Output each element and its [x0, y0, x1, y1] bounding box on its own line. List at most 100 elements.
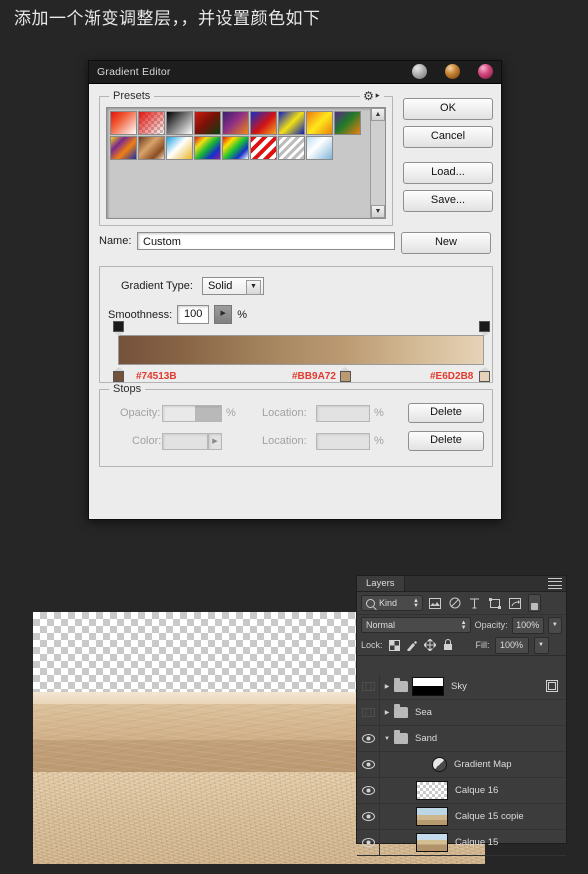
smoothness-input[interactable]: 100 [177, 305, 210, 324]
preset-swatch-red-to-white[interactable] [110, 111, 137, 135]
preset-swatch-red-stripes[interactable] [250, 136, 277, 160]
chevron-down-icon[interactable]: ▼ [245, 280, 261, 295]
chevron-right-icon[interactable]: ▶ [380, 709, 394, 716]
opacity-stop-left[interactable] [113, 321, 124, 336]
layer-row-sky[interactable]: ▶ Sky [357, 674, 566, 700]
minimize-sphere-icon[interactable] [412, 64, 427, 79]
layer-row-sand[interactable]: ▼ Sand [357, 726, 566, 752]
color-swatch-input[interactable] [162, 432, 208, 450]
gradient-type-select[interactable]: Solid ▼ [201, 277, 264, 295]
preset-swatch-blue-yellow-blue[interactable] [278, 111, 305, 135]
layer-visibility-toggle[interactable] [357, 804, 380, 829]
panel-menu-icon[interactable] [548, 578, 562, 589]
tab-layers[interactable]: Layers [357, 576, 405, 591]
lock-all-icon[interactable] [442, 639, 455, 652]
layer-name: Sky [451, 681, 467, 692]
layer-thumbnail[interactable] [416, 833, 448, 852]
name-input[interactable]: Custom [137, 232, 395, 250]
blend-mode-select[interactable]: Normal ▲ ▼ [361, 617, 471, 633]
presets-label: Presets [109, 90, 155, 102]
layer-thumbnail[interactable] [416, 807, 448, 826]
close-sphere-icon[interactable] [478, 64, 493, 79]
layer-row-gradient-map[interactable]: Gradient Map [357, 752, 566, 778]
eye-icon [361, 734, 375, 743]
presets-scrollbar[interactable]: ▲ ▼ [370, 108, 385, 218]
layer-row-calque-16[interactable]: Calque 16 [357, 778, 566, 804]
preset-swatch-violet-green-orange[interactable] [334, 111, 361, 135]
location-input-2[interactable] [316, 432, 370, 450]
layer-thumbnail[interactable] [416, 781, 448, 800]
preset-swatch-copper[interactable] [138, 136, 165, 160]
save-button[interactable]: Save... [403, 190, 493, 212]
chevron-down-icon[interactable]: ▼ [380, 736, 394, 742]
scroll-up-arrow-icon[interactable]: ▲ [371, 108, 385, 121]
filter-toggle-switch[interactable] [528, 594, 541, 612]
location-input-1[interactable] [316, 404, 370, 422]
opacity-input[interactable] [162, 404, 222, 422]
opacity-panel-label: Opacity: [474, 620, 508, 630]
lock-transparent-pixels-icon[interactable] [388, 639, 401, 652]
preset-swatch-red-green-dark[interactable] [194, 111, 221, 135]
type-layer-filter-icon[interactable] [466, 595, 483, 611]
preset-swatch-orange-yellow-orange[interactable] [306, 111, 333, 135]
gradient-type-value: Solid [207, 280, 233, 292]
delete-color-stop-button[interactable]: Delete [408, 431, 484, 451]
preset-swatch-blue-yellow-chrome[interactable] [166, 136, 193, 160]
cancel-button[interactable]: Cancel [403, 126, 493, 148]
preset-swatch-blue-white-chrome[interactable] [306, 136, 333, 160]
eye-icon [361, 786, 375, 795]
ok-button[interactable]: OK [403, 98, 493, 120]
filter-kind-select[interactable]: Kind ▲ ▼ [361, 595, 423, 611]
fill-value[interactable]: 100% [494, 636, 529, 654]
gear-icon[interactable]: ⚙‣ [360, 89, 384, 103]
layer-filter-row: Kind ▲ ▼ [357, 592, 566, 615]
layer-visibility-toggle[interactable] [357, 726, 380, 751]
fill-slider-arrow-icon[interactable]: ▼ [533, 636, 549, 654]
layer-row-sea[interactable]: ▶ Sea [357, 700, 566, 726]
eye-icon [361, 682, 375, 691]
opacity-stop-right[interactable] [479, 321, 490, 336]
color-dropdown-icon[interactable]: ▶ [208, 432, 222, 450]
gradient-bar[interactable] [118, 335, 484, 365]
layer-visibility-toggle[interactable] [357, 700, 380, 725]
smart-object-filter-icon[interactable] [506, 595, 523, 611]
layer-mask-thumbnail[interactable] [412, 677, 444, 696]
delete-opacity-stop-button[interactable]: Delete [408, 403, 484, 423]
preset-swatch-transparent-stripes[interactable] [278, 136, 305, 160]
new-button[interactable]: New [401, 232, 491, 254]
layer-visibility-toggle[interactable] [357, 752, 380, 777]
lock-position-icon[interactable] [424, 639, 437, 652]
preset-swatch-violet-orange[interactable] [222, 111, 249, 135]
chevron-right-icon[interactable]: ▶ [380, 683, 394, 690]
preset-swatch-fill [223, 137, 248, 159]
smoothness-stepper-icon[interactable]: ▶ [214, 305, 233, 324]
shape-layer-filter-icon[interactable] [486, 595, 503, 611]
preset-swatch-black-to-white[interactable] [166, 111, 193, 135]
preset-swatch-spectrum[interactable] [194, 136, 221, 160]
preset-swatch-fill [195, 137, 220, 159]
layer-row-calque-15[interactable]: Calque 15 [357, 830, 566, 856]
preset-swatch-blue-red-yellow[interactable] [250, 111, 277, 135]
maximize-sphere-icon[interactable] [445, 64, 460, 79]
layer-visibility-toggle[interactable] [357, 674, 380, 699]
layer-visibility-toggle[interactable] [357, 778, 380, 803]
presets-well[interactable]: ▲ ▼ [106, 107, 386, 219]
lock-image-pixels-icon[interactable] [406, 639, 419, 652]
updown-arrows-icon[interactable]: ▲ ▼ [413, 598, 419, 609]
layer-row-calque-15-copie[interactable]: Calque 15 copie [357, 804, 566, 830]
opacity-slider-arrow-icon[interactable]: ▼ [547, 616, 563, 634]
preset-swatch-red-to-transparent[interactable] [138, 111, 165, 135]
layer-visibility-toggle[interactable] [357, 830, 380, 855]
gradient-map-adjustment-icon[interactable] [432, 757, 447, 772]
pixel-layer-filter-icon[interactable] [426, 595, 443, 611]
name-label: Name: [99, 235, 132, 247]
chevron-updown-icon[interactable]: ▲ ▼ [461, 620, 467, 631]
scrollbar-track[interactable] [371, 121, 385, 205]
opacity-panel-value[interactable]: 100% [511, 616, 544, 634]
layer-mask-link-icon[interactable] [546, 680, 558, 692]
preset-swatch-yellow-violet-orange-blue[interactable] [110, 136, 137, 160]
load-button[interactable]: Load... [403, 162, 493, 184]
preset-swatch-transparent-rainbow[interactable] [222, 136, 249, 160]
scroll-down-arrow-icon[interactable]: ▼ [371, 205, 385, 218]
adjustment-layer-filter-icon[interactable] [446, 595, 463, 611]
